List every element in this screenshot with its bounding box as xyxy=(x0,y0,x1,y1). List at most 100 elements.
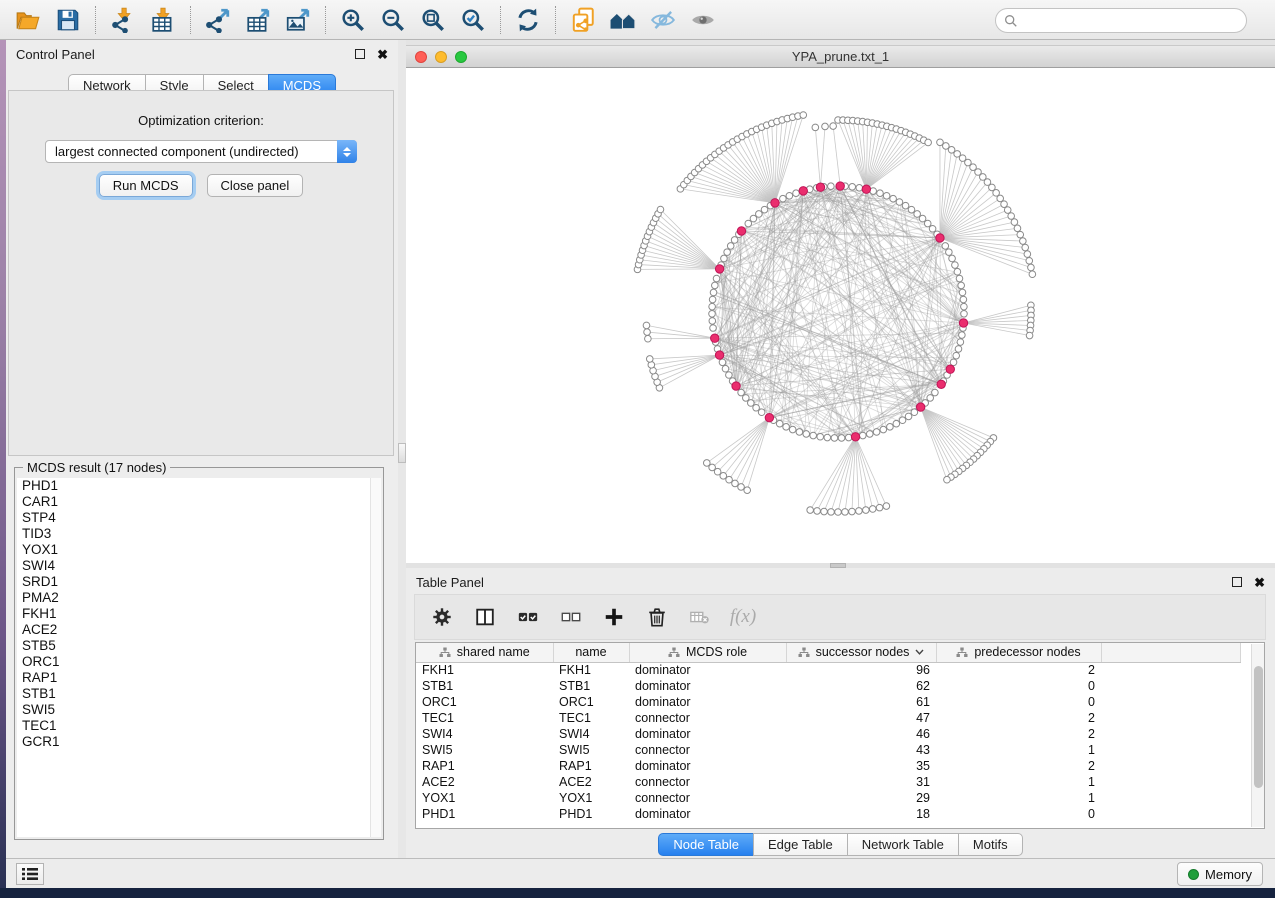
mcds-result-item[interactable]: TEC1 xyxy=(17,718,381,734)
table-row[interactable]: RAP1RAP1dominator352 xyxy=(416,758,1240,774)
table-row[interactable]: YOX1YOX1connector291 xyxy=(416,790,1240,806)
zoom-fit-button[interactable] xyxy=(413,3,453,37)
close-panel-icon[interactable]: ✖ xyxy=(377,48,388,61)
column-namespace-icon xyxy=(668,647,680,658)
control-panel: Control Panel ✖ NetworkStyleSelectMCDS O… xyxy=(6,40,398,858)
mcds-result-item[interactable]: FKH1 xyxy=(17,606,381,622)
mcds-result-item[interactable]: ORC1 xyxy=(17,654,381,670)
mcds-result-item[interactable]: CAR1 xyxy=(17,494,381,510)
run-mcds-button[interactable]: Run MCDS xyxy=(99,174,193,197)
cell-predecessors: 1 xyxy=(936,742,1101,758)
houses-button[interactable] xyxy=(603,3,643,37)
column-header-shared-name[interactable]: shared name xyxy=(416,643,553,662)
table-row[interactable]: ACE2ACE2connector311 xyxy=(416,774,1240,790)
table-row[interactable]: FKH1FKH1dominator962 xyxy=(416,662,1240,678)
export-table-button[interactable] xyxy=(238,3,278,37)
cell-predecessors: 1 xyxy=(936,790,1101,806)
mcds-result-item[interactable]: PHD1 xyxy=(17,478,381,494)
cell-name: PHD1 xyxy=(553,806,629,822)
clone-network-button[interactable] xyxy=(563,3,603,37)
table-row[interactable]: TEC1TEC1connector472 xyxy=(416,710,1240,726)
memory-label: Memory xyxy=(1205,867,1252,882)
list-icon xyxy=(22,867,38,881)
search-icon xyxy=(1004,14,1018,28)
maximize-traffic-light[interactable] xyxy=(455,51,467,63)
mcds-result-item[interactable]: SWI5 xyxy=(17,702,381,718)
zoom-selected-button[interactable] xyxy=(453,3,493,37)
close-traffic-light[interactable] xyxy=(415,51,427,63)
vertical-splitter-grip[interactable] xyxy=(398,443,406,463)
add-column-button[interactable] xyxy=(601,603,627,631)
mcds-result-item[interactable]: RAP1 xyxy=(17,670,381,686)
deselect-all-button[interactable] xyxy=(558,603,584,631)
cell-shared_name: SWI5 xyxy=(416,742,553,758)
column-header-name[interactable]: name xyxy=(553,643,629,662)
column-header-predecessor-nodes[interactable]: predecessor nodes xyxy=(936,643,1101,662)
table-row[interactable]: ORC1ORC1dominator610 xyxy=(416,694,1240,710)
select-all-button[interactable] xyxy=(515,603,541,631)
tab-node-table[interactable]: Node Table xyxy=(658,833,753,856)
tab-network-table[interactable]: Network Table xyxy=(847,833,958,856)
table-scrollbar-thumb[interactable] xyxy=(1254,666,1263,788)
table-float-window-icon[interactable] xyxy=(1232,577,1242,587)
vertical-splitter[interactable] xyxy=(398,40,406,858)
mcds-result-item[interactable]: STB1 xyxy=(17,686,381,702)
mcds-result-item[interactable]: STP4 xyxy=(17,510,381,526)
cell-spacer xyxy=(1101,774,1240,790)
optimization-criterion-dropdown[interactable]: largest connected component (undirected) xyxy=(45,140,357,163)
save-session-button[interactable] xyxy=(48,3,88,37)
mcds-result-item[interactable]: STB5 xyxy=(17,638,381,654)
table-scrollbar[interactable] xyxy=(1251,644,1264,827)
zoom-out-button[interactable] xyxy=(373,3,413,37)
mcds-result-list[interactable]: PHD1CAR1STP4TID3YOX1SWI4SRD1PMA2FKH1ACE2… xyxy=(17,478,381,837)
column-header-successor-nodes[interactable]: successor nodes xyxy=(786,643,936,662)
column-header-MCDS-role[interactable]: MCDS role xyxy=(629,643,786,662)
minimize-traffic-light[interactable] xyxy=(435,51,447,63)
mcds-result-item[interactable]: TID3 xyxy=(17,526,381,542)
optimization-criterion-label: Optimization criterion: xyxy=(9,113,393,128)
mcds-result-item[interactable]: YOX1 xyxy=(17,542,381,558)
table-row[interactable]: SWI5SWI5connector431 xyxy=(416,742,1240,758)
table-close-panel-icon[interactable]: ✖ xyxy=(1254,576,1265,589)
mcds-result-item[interactable]: SRD1 xyxy=(17,574,381,590)
open-file-button[interactable] xyxy=(8,3,48,37)
table-row[interactable]: STB1STB1dominator620 xyxy=(416,678,1240,694)
search-input[interactable] xyxy=(1024,13,1238,28)
network-graph[interactable] xyxy=(406,68,1275,563)
tab-edge-table[interactable]: Edge Table xyxy=(753,833,847,856)
hide-eye-button[interactable] xyxy=(643,3,683,37)
cell-shared_name: FKH1 xyxy=(416,662,553,678)
node-table-grid[interactable]: shared namename MCDS role successor node… xyxy=(416,643,1241,822)
cell-mcds_role: dominator xyxy=(629,662,786,678)
toolbar-separator xyxy=(190,6,191,34)
float-window-icon[interactable] xyxy=(355,49,365,59)
network-canvas[interactable] xyxy=(406,68,1275,563)
table-row[interactable]: PHD1PHD1dominator180 xyxy=(416,806,1240,822)
refresh-button[interactable] xyxy=(508,3,548,37)
tab-motifs[interactable]: Motifs xyxy=(958,833,1023,856)
cell-successors: 43 xyxy=(786,742,936,758)
memory-button[interactable]: Memory xyxy=(1177,862,1263,886)
cell-mcds_role: connector xyxy=(629,774,786,790)
mcds-result-item[interactable]: GCR1 xyxy=(17,734,381,750)
show-eye-button[interactable] xyxy=(683,3,723,37)
search-box[interactable] xyxy=(995,8,1247,33)
function-builder-button: f(x) xyxy=(730,603,756,631)
import-network-button[interactable] xyxy=(103,3,143,37)
panel-menu-button[interactable] xyxy=(16,863,44,885)
import-table-button[interactable] xyxy=(143,3,183,37)
mcds-result-item[interactable]: PMA2 xyxy=(17,590,381,606)
export-image-button[interactable] xyxy=(278,3,318,37)
mcds-result-item[interactable]: SWI4 xyxy=(17,558,381,574)
close-panel-button[interactable]: Close panel xyxy=(207,174,304,197)
export-network-button[interactable] xyxy=(198,3,238,37)
settings-button[interactable] xyxy=(429,603,455,631)
mcds-list-scrollbar[interactable] xyxy=(370,478,381,837)
table-row[interactable]: SWI4SWI4dominator462 xyxy=(416,726,1240,742)
export-image-icon xyxy=(285,7,311,33)
cell-spacer xyxy=(1101,790,1240,806)
cell-successors: 35 xyxy=(786,758,936,774)
column-layout-button[interactable] xyxy=(472,603,498,631)
zoom-in-button[interactable] xyxy=(333,3,373,37)
mcds-result-item[interactable]: ACE2 xyxy=(17,622,381,638)
